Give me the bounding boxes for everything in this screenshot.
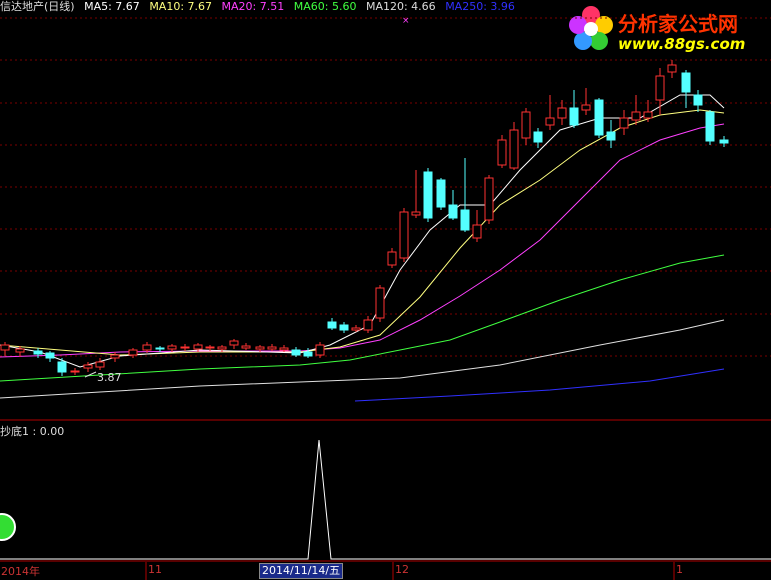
ma20-line — [0, 123, 725, 358]
candle-body — [110, 354, 120, 359]
candle-body — [15, 348, 25, 353]
candle-body — [719, 139, 729, 144]
selected-date-marker[interactable]: 2014/11/14/五 — [259, 563, 344, 579]
candle-body — [205, 346, 215, 349]
candle-body — [128, 349, 138, 356]
candle-body — [33, 350, 43, 355]
candle-body — [631, 111, 641, 121]
stock-chart-window: 信达地产(日线) MA5: 7.67 MA10: 7.67 MA20: 7.51… — [0, 0, 771, 580]
candle-body — [594, 99, 604, 136]
ma250-line — [354, 368, 725, 402]
candle-body — [45, 352, 55, 359]
candle-body — [95, 361, 105, 368]
candle-body — [655, 75, 665, 101]
chart-canvas: 3.87 × — [0, 16, 771, 580]
candle-body — [667, 64, 677, 73]
candle-body — [399, 211, 409, 259]
ma10-line — [0, 109, 725, 356]
candle-body — [0, 344, 10, 351]
candle-body — [448, 204, 458, 219]
candle-body — [363, 319, 373, 331]
candle-body — [472, 224, 482, 239]
candle-body — [303, 351, 313, 357]
candle-body — [229, 340, 239, 346]
candle-body — [643, 111, 653, 119]
candle-body — [569, 107, 579, 126]
candle-body — [193, 344, 203, 350]
low-marker-line — [84, 371, 97, 378]
candle-body — [142, 344, 152, 351]
candle-body — [436, 179, 446, 208]
candle-body — [387, 251, 397, 266]
candle-body — [155, 347, 165, 350]
candle-body — [509, 129, 519, 169]
candle-body — [705, 111, 715, 142]
candle-body — [291, 349, 301, 356]
candle-body — [339, 324, 349, 331]
candle-body — [411, 211, 421, 216]
candle-body — [484, 177, 494, 221]
candle-body — [545, 117, 555, 126]
candle-body — [375, 287, 385, 319]
candle-body — [581, 104, 591, 111]
candle-body — [167, 345, 177, 350]
indicator-signal-line — [0, 439, 771, 560]
candle-body — [521, 111, 531, 139]
ma-marker: × — [402, 16, 410, 26]
candle-body — [619, 117, 629, 129]
candle-body — [70, 370, 80, 373]
candle-body — [557, 107, 567, 119]
low-price-label: 3.87 — [97, 371, 122, 384]
candle-body — [606, 131, 616, 141]
candle-body — [217, 346, 227, 350]
axis-label-nov: 11 — [148, 563, 162, 576]
candle-body — [241, 345, 251, 349]
indicator-header: 抄底1 : 0.00 — [0, 425, 65, 438]
candle-body — [693, 94, 703, 106]
axis-label-year: 2014年 — [1, 565, 40, 578]
time-axis: 2014年 11 12 1 — [0, 562, 771, 580]
candle-body — [279, 347, 289, 351]
candle-body — [423, 171, 433, 219]
ma60-line — [0, 254, 725, 382]
candle-body — [533, 131, 543, 143]
candle-body — [57, 361, 67, 373]
candle-body — [255, 346, 265, 350]
candle-body — [267, 346, 277, 350]
axis-label-jan: 1 — [676, 563, 683, 576]
candle-body — [83, 364, 93, 369]
candle-body — [351, 327, 361, 331]
candle-body — [497, 139, 507, 166]
axis-label-dec: 12 — [395, 563, 409, 576]
candle-body — [315, 344, 325, 356]
candle-body — [180, 346, 190, 349]
candle-body — [681, 72, 691, 93]
candle-body — [327, 321, 337, 329]
candle-body — [460, 209, 470, 231]
